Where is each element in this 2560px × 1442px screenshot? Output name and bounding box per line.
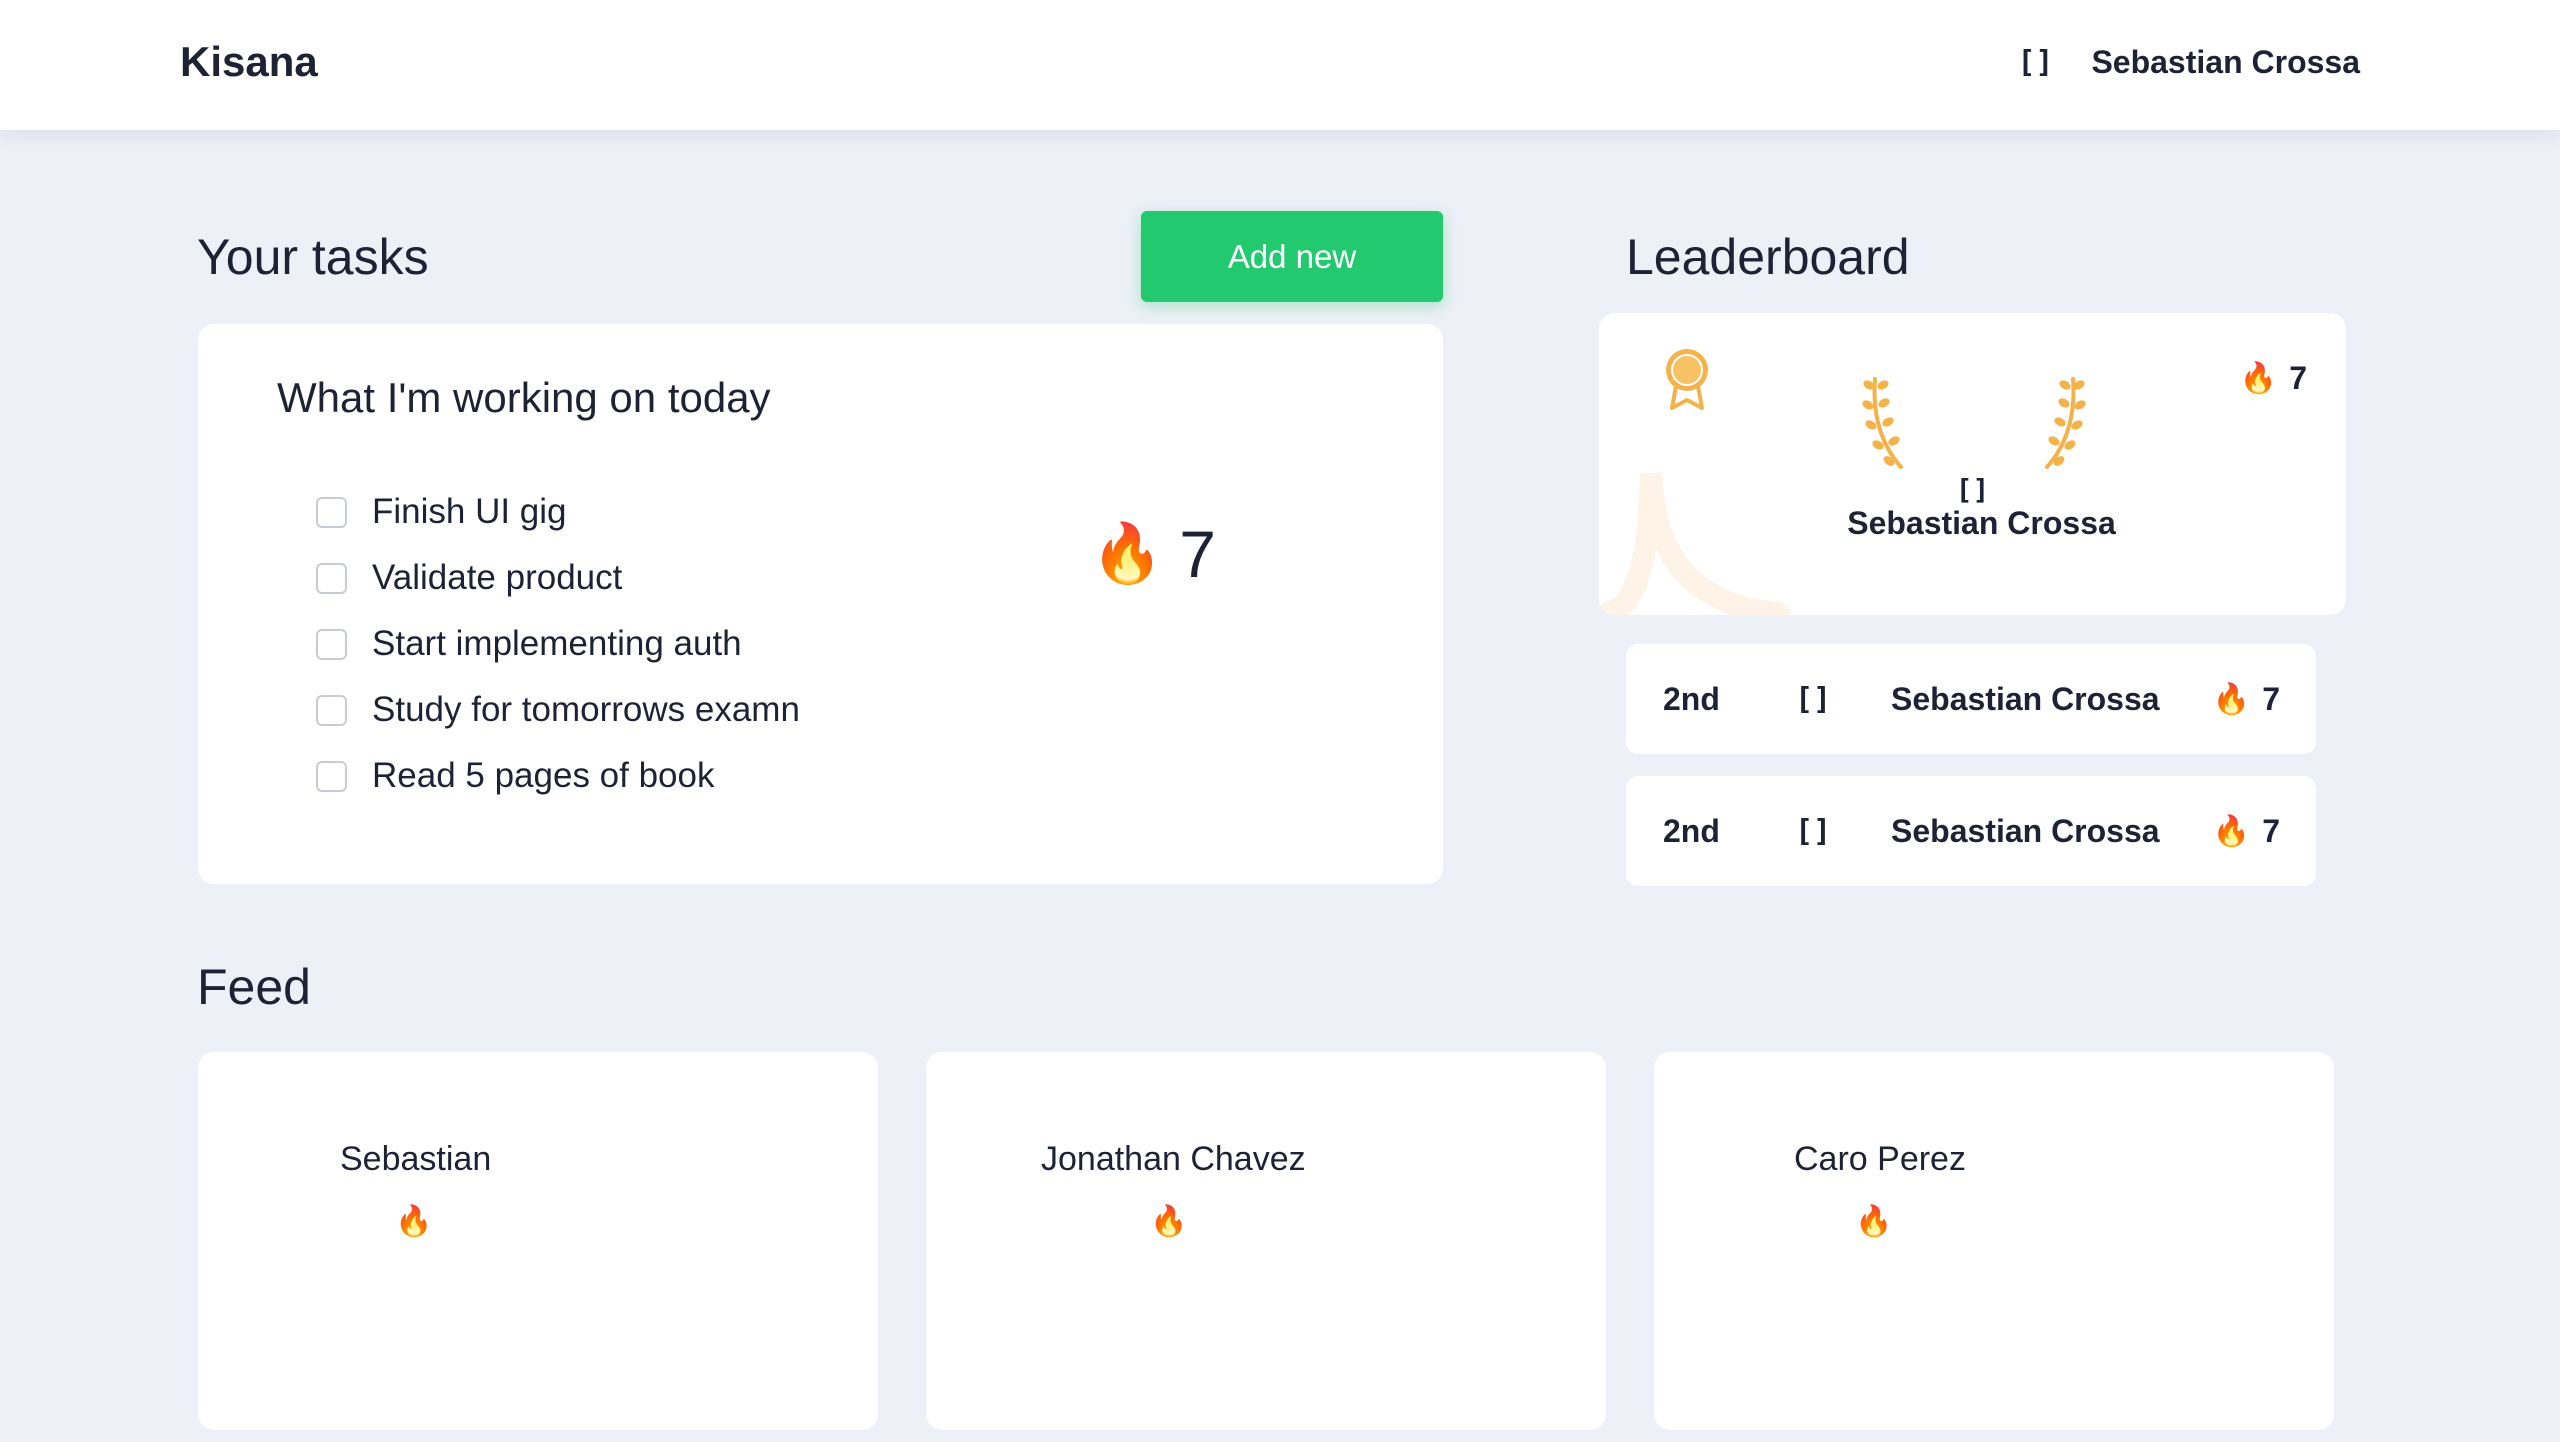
task-label: Start implementing auth [372, 624, 742, 663]
task-checkbox[interactable] [316, 628, 347, 660]
fire-icon: 🔥 [1091, 521, 1164, 586]
rank-user-name: Sebastian Crossa [1891, 680, 2160, 717]
leaderboard-title: Leaderboard [1626, 229, 1910, 285]
fire-icon: 🔥 [2239, 362, 2278, 395]
medal-icon [1666, 349, 1708, 410]
rank-user-name: Sebastian Crossa [1891, 812, 2160, 849]
fire-icon: 🔥 [395, 1205, 433, 1238]
feed-card[interactable]: Sebastian 🔥 [198, 1052, 878, 1430]
task-list: Finish UI gig Validate product Start imp… [316, 479, 800, 809]
feed-title: Feed [197, 959, 311, 1015]
laurel-left-icon [1862, 377, 1903, 469]
rank-avatar: [] [1795, 813, 1832, 849]
task-label: Read 5 pages of book [372, 756, 715, 795]
task-item[interactable]: Validate product [316, 545, 800, 611]
streak-count: 7 [2289, 360, 2307, 396]
task-checkbox[interactable] [316, 562, 347, 594]
tasks-card-heading: What I'm working on today [277, 374, 771, 421]
task-streak: 🔥 7 [1091, 516, 1216, 592]
fire-icon: 🔥 [1150, 1205, 1188, 1238]
rank-avatar: [] [1795, 681, 1832, 717]
task-item[interactable]: Study for tomorrows examn [316, 677, 800, 743]
feed-user-name: Caro Perez [1794, 1140, 1966, 1178]
user-avatar[interactable]: [] [2017, 45, 2053, 80]
rank-position: 2nd [1663, 680, 1720, 717]
laurel-right-icon [2045, 377, 2086, 469]
fire-icon: 🔥 [1855, 1205, 1893, 1238]
task-label: Study for tomorrows examn [372, 690, 800, 729]
leaderboard-row[interactable]: 2nd [] Sebastian Crossa 🔥 7 [1626, 644, 2316, 754]
header-user-name[interactable]: Sebastian Crossa [2091, 44, 2360, 81]
top-navbar: Kisana [] Sebastian Crossa [0, 0, 2560, 130]
task-item[interactable]: Read 5 pages of book [316, 743, 800, 809]
task-checkbox[interactable] [316, 694, 347, 726]
streak-count: 7 [1179, 517, 1216, 591]
brand-logo-text[interactable]: Kisana [180, 38, 318, 86]
task-checkbox[interactable] [316, 760, 347, 792]
feed-user-name: Sebastian [340, 1140, 492, 1178]
fire-icon: 🔥 [2212, 814, 2251, 848]
feed-card[interactable]: Jonathan Chavez 🔥 [926, 1052, 1606, 1430]
streak-count: 7 [2262, 680, 2280, 717]
streak-count: 7 [2262, 812, 2280, 849]
top-user-name: Sebastian Crossa [1847, 505, 2116, 541]
task-checkbox[interactable] [316, 496, 347, 528]
rank-streak: 🔥 7 [2213, 813, 2280, 850]
add-new-task-button[interactable]: Add new [1141, 211, 1443, 302]
top-streak: 🔥 7 [2240, 360, 2307, 397]
task-label: Validate product [372, 558, 623, 597]
tasks-section-title: Your tasks [197, 229, 429, 285]
rank-position: 2nd [1663, 812, 1720, 849]
leaderboard-top-card[interactable]: 🔥 7 [] Sebastian Crossa [1599, 313, 2346, 615]
leaderboard-row[interactable]: 2nd [] Sebastian Crossa 🔥 7 [1626, 776, 2316, 886]
header-user-menu[interactable]: [] Sebastian Crossa [2017, 44, 2360, 81]
task-label: Finish UI gig [372, 492, 567, 531]
fire-icon: 🔥 [2212, 682, 2251, 716]
top-user-avatar: [] [1955, 473, 1990, 506]
feed-user-name: Jonathan Chavez [1041, 1140, 1306, 1178]
tasks-card: What I'm working on today Finish UI gig … [198, 324, 1443, 884]
task-item[interactable]: Finish UI gig [316, 479, 800, 545]
feed-card[interactable]: Caro Perez 🔥 [1654, 1052, 2334, 1430]
rank-streak: 🔥 7 [2213, 681, 2280, 718]
task-item[interactable]: Start implementing auth [316, 611, 800, 677]
